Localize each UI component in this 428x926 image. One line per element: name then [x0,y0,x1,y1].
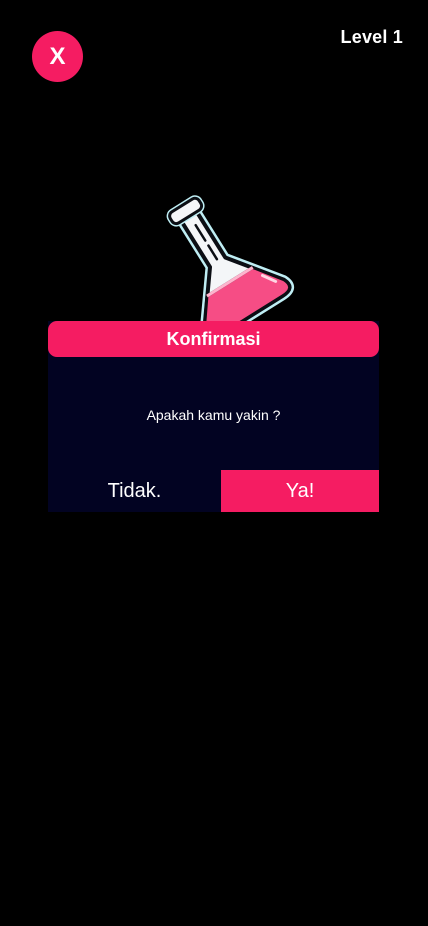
level-indicator: Level 1 [340,27,403,47]
dialog-message: Apakah kamu yakin ? [146,407,281,423]
confirmation-dialog: Konfirmasi Apakah kamu yakin ? Tidak. Ya… [48,321,379,512]
confirm-button[interactable]: Ya! [221,470,379,512]
close-button-label: X [49,42,66,70]
chemistry-flask-icon [166,195,295,328]
cancel-button[interactable]: Tidak. [48,470,221,512]
close-button[interactable]: X [32,31,83,82]
dialog-title: Konfirmasi [48,321,379,357]
